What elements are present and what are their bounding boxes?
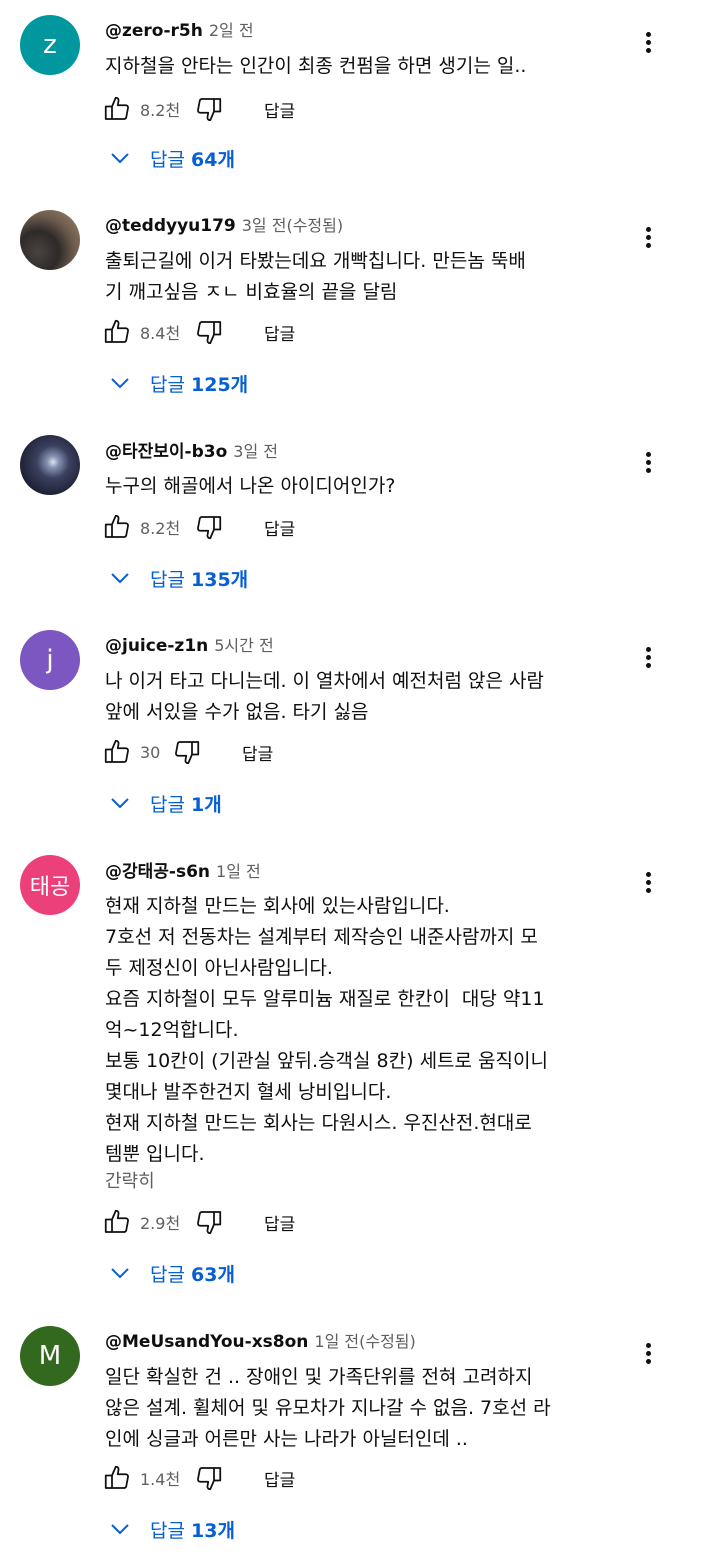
view-replies-button[interactable]: 답글 1개 xyxy=(108,787,222,819)
replies-label: 답글 xyxy=(150,148,185,171)
author-name[interactable]: @타잔보이-b3o xyxy=(105,442,227,462)
replies-label: 답글 xyxy=(150,1519,185,1542)
like-icon[interactable] xyxy=(102,317,132,347)
comment-text: 누구의 해골에서 나온 아이디어인가? xyxy=(105,475,396,497)
dislike-icon[interactable] xyxy=(194,317,224,347)
like-icon[interactable] xyxy=(102,512,132,542)
comment-header: @zero-r5h 2일 전 xyxy=(105,17,254,41)
comment-text: 일단 확실한 건 .. 장애인 및 가족단위를 전혀 고려하지 않은 설계. 휠… xyxy=(105,1366,551,1450)
comment-header: @타잔보이-b3o 3일 전 xyxy=(105,437,278,462)
reply-button[interactable]: 답글 xyxy=(242,740,273,765)
reply-button[interactable]: 답글 xyxy=(264,515,295,540)
more-options-icon[interactable] xyxy=(638,869,658,899)
comment-header: @강태공-s6n 1일 전 xyxy=(105,857,261,882)
dislike-icon[interactable] xyxy=(194,1207,224,1237)
chevron-down-icon xyxy=(111,1268,129,1279)
more-options-icon[interactable] xyxy=(638,1340,658,1370)
view-replies-button[interactable]: 답글 64개 xyxy=(108,142,235,174)
comment-thread: 태공 @강태공-s6n 1일 전 현재 지하철 만드는 회사에 있는사람입니다. … xyxy=(0,855,715,1295)
like-count: 8.2천 xyxy=(140,101,181,120)
more-options-icon[interactable] xyxy=(638,449,658,479)
reply-count: 13개 xyxy=(191,1519,235,1542)
like-icon[interactable] xyxy=(102,1463,132,1493)
comment-time[interactable]: 3일 전 xyxy=(233,442,278,461)
reply-count: 135개 xyxy=(191,568,249,591)
replies-label: 답글 xyxy=(150,1263,185,1286)
comment-time[interactable]: 5시간 전 xyxy=(214,636,273,655)
more-options-icon[interactable] xyxy=(638,29,658,59)
avatar[interactable]: 태공 xyxy=(20,855,80,915)
show-less-button[interactable]: 간략히 xyxy=(105,1167,155,1193)
author-name[interactable]: @강태공-s6n xyxy=(105,862,210,882)
comment-header: @teddyyu179 3일 전(수정됨) xyxy=(105,212,343,236)
reply-button[interactable]: 답글 xyxy=(264,97,295,122)
avatar[interactable]: M xyxy=(20,1326,80,1386)
author-name[interactable]: @MeUsandYou-xs8on xyxy=(105,1332,308,1352)
reply-count: 125개 xyxy=(191,373,249,396)
comment-actions: 8.2천 답글 xyxy=(102,511,295,543)
avatar[interactable] xyxy=(20,435,80,495)
replies-label: 답글 xyxy=(150,568,185,591)
comment-time[interactable]: 3일 전(수정됨) xyxy=(242,216,343,235)
like-count: 8.4천 xyxy=(140,324,181,343)
chevron-down-icon xyxy=(111,1524,129,1535)
replies-label: 답글 xyxy=(150,793,185,816)
reply-count: 1개 xyxy=(191,793,222,816)
view-replies-button[interactable]: 답글 135개 xyxy=(108,562,248,594)
view-replies-button[interactable]: 답글 63개 xyxy=(108,1257,235,1289)
like-count: 1.4천 xyxy=(140,1470,181,1489)
comment-thread: z @zero-r5h 2일 전 지하철을 안타는 인간이 최종 컨펌을 하면 생… xyxy=(0,15,715,185)
more-options-icon[interactable] xyxy=(638,224,658,254)
comment-time[interactable]: 1일 전 xyxy=(216,862,261,881)
more-options-icon[interactable] xyxy=(638,644,658,674)
chevron-down-icon xyxy=(111,153,129,164)
view-replies-button[interactable]: 답글 13개 xyxy=(108,1513,235,1545)
author-name[interactable]: @teddyyu179 xyxy=(105,216,236,236)
view-replies-button[interactable]: 답글 125개 xyxy=(108,367,248,399)
like-icon[interactable] xyxy=(102,737,132,767)
comment-thread: j @juice-z1n 5시간 전 나 이거 타고 다니는데. 이 열차에서 예… xyxy=(0,630,715,830)
author-name[interactable]: @juice-z1n xyxy=(105,636,208,656)
dislike-icon[interactable] xyxy=(194,1463,224,1493)
avatar[interactable] xyxy=(20,210,80,270)
chevron-down-icon xyxy=(111,798,129,809)
comment-text: 나 이거 타고 다니는데. 이 열차에서 예전처럼 앉은 사람 앞에 서있을 수… xyxy=(105,670,544,723)
comment-thread: @타잔보이-b3o 3일 전 누구의 해골에서 나온 아이디어인가? 8.2천 답… xyxy=(0,435,715,605)
comment-time[interactable]: 1일 전(수정됨) xyxy=(314,1332,415,1351)
avatar[interactable]: z xyxy=(20,15,80,75)
reply-button[interactable]: 답글 xyxy=(264,320,295,345)
comment-text: 출퇴근길에 이거 타봤는데요 개빡칩니다. 만든놈 뚝배 기 깨고싶음 ㅈㄴ 비… xyxy=(105,250,526,303)
comment-actions: 30 답글 xyxy=(102,736,273,768)
chevron-down-icon xyxy=(111,378,129,389)
like-count: 2.9천 xyxy=(140,1214,181,1233)
like-count: 8.2천 xyxy=(140,519,181,538)
reply-count: 63개 xyxy=(191,1263,235,1286)
comment-text: 현재 지하철 만드는 회사에 있는사람입니다. 7호선 저 전동차는 설계부터 … xyxy=(105,895,548,1165)
comment-actions: 8.4천 답글 xyxy=(102,316,295,348)
comment-thread: M @MeUsandYou-xs8on 1일 전(수정됨) 일단 확실한 건 ..… xyxy=(0,1326,715,1555)
comment-thread: @teddyyu179 3일 전(수정됨) 출퇴근길에 이거 타봤는데요 개빡칩니… xyxy=(0,210,715,410)
author-name[interactable]: @zero-r5h xyxy=(105,21,203,41)
replies-label: 답글 xyxy=(150,373,185,396)
dislike-icon[interactable] xyxy=(194,512,224,542)
reply-button[interactable]: 답글 xyxy=(264,1466,295,1491)
dislike-icon[interactable] xyxy=(172,737,202,767)
comment-time[interactable]: 2일 전 xyxy=(209,21,254,40)
comment-actions: 8.2천 답글 xyxy=(102,93,295,125)
comment-actions: 2.9천 답글 xyxy=(102,1206,295,1238)
comment-header: @juice-z1n 5시간 전 xyxy=(105,632,274,656)
comment-text: 지하철을 안타는 인간이 최종 컨펌을 하면 생기는 일.. xyxy=(105,55,527,77)
like-count: 30 xyxy=(140,742,161,762)
avatar[interactable]: j xyxy=(20,630,80,690)
chevron-down-icon xyxy=(111,573,129,584)
reply-count: 64개 xyxy=(191,148,235,171)
comment-actions: 1.4천 답글 xyxy=(102,1462,295,1494)
like-icon[interactable] xyxy=(102,94,132,124)
comment-header: @MeUsandYou-xs8on 1일 전(수정됨) xyxy=(105,1328,416,1352)
like-icon[interactable] xyxy=(102,1207,132,1237)
dislike-icon[interactable] xyxy=(194,94,224,124)
reply-button[interactable]: 답글 xyxy=(264,1210,295,1235)
